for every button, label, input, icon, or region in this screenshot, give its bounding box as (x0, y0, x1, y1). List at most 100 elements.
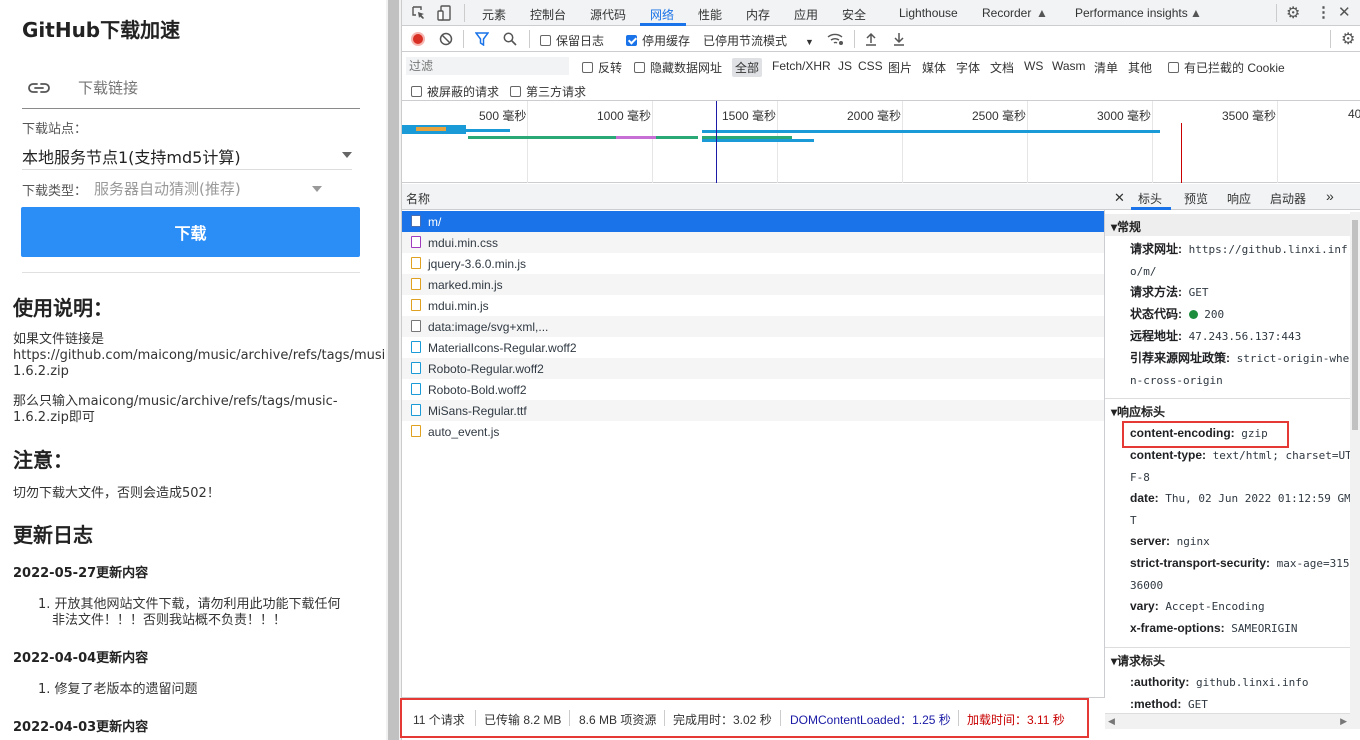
filter-type-css[interactable]: CSS (858, 59, 883, 73)
separator (475, 710, 476, 726)
link-field-row[interactable] (22, 76, 360, 109)
more-options-icon[interactable]: ⋮ (1316, 3, 1331, 21)
notice-title: 注意： (13, 448, 73, 472)
request-row[interactable]: mdui.min.css (402, 232, 1104, 253)
site-select[interactable]: 本地服务节点1(支持md5计算) (22, 140, 352, 170)
filter-type-ws[interactable]: WS (1024, 59, 1043, 73)
checkbox[interactable] (582, 62, 593, 73)
record-icon[interactable] (411, 32, 425, 46)
type-select[interactable]: 服务器自动猜测(推荐) (94, 174, 322, 204)
filter-type-media[interactable]: 媒体 (922, 59, 946, 76)
request-row[interactable]: auto_event.js (402, 421, 1104, 442)
header-kv: 请求方法: GET (1130, 282, 1352, 304)
scrollbar-thumb[interactable] (388, 0, 399, 740)
filter-icon[interactable] (475, 32, 489, 46)
timeline-overview[interactable]: 500 毫秒 1000 毫秒 1500 毫秒 2000 毫秒 2500 毫秒 3… (402, 101, 1360, 183)
request-row[interactable]: data:image/svg+xml,... (402, 316, 1104, 337)
checkbox[interactable] (510, 86, 521, 97)
download-button[interactable]: 下载 (21, 207, 360, 257)
request-row[interactable]: jquery-3.6.0.min.js (402, 253, 1104, 274)
request-row[interactable]: MiSans-Regular.ttf (402, 400, 1104, 421)
tab-response[interactable]: 响应 (1227, 190, 1251, 207)
tab-performance-insights[interactable]: Performance insights (1075, 6, 1188, 20)
request-name: data:image/svg+xml,... (428, 320, 549, 334)
clear-icon[interactable] (439, 32, 453, 46)
gear-icon[interactable]: ⚙ (1286, 3, 1300, 23)
tab-memory[interactable]: 内存 (746, 6, 770, 23)
tab-console[interactable]: 控制台 (530, 6, 566, 23)
header-key: content-encoding: (1130, 426, 1235, 440)
request-row[interactable]: m/ (402, 211, 1104, 232)
filter-type-all[interactable]: 全部 (732, 58, 763, 77)
details-hscrollbar[interactable]: ◀ ▶ (1105, 713, 1350, 729)
font-file-icon (411, 362, 421, 374)
tab-application[interactable]: 应用 (794, 6, 818, 23)
checkbox-checked[interactable] (626, 35, 637, 46)
devtools-panel: 元素 控制台 源代码 网络 性能 内存 应用 安全 Lighthouse Rec… (402, 0, 1360, 740)
gear-icon[interactable]: ⚙ (1341, 29, 1355, 49)
search-icon[interactable] (503, 32, 517, 46)
section-general[interactable]: ▾常规 (1105, 214, 1353, 236)
scroll-right-icon[interactable]: ▶ (1340, 716, 1347, 727)
tab-elements[interactable]: 元素 (482, 6, 506, 23)
filter-type-img[interactable]: 图片 (888, 59, 912, 76)
disable-cache-checkbox[interactable]: 停用缓存 (626, 32, 690, 49)
export-har-icon[interactable] (893, 32, 905, 46)
dcl-marker (716, 101, 717, 183)
section-request-headers[interactable]: ▾请求标头 (1105, 647, 1353, 669)
filter-type-font[interactable]: 字体 (956, 59, 980, 76)
img-file-icon (411, 320, 421, 332)
scrollbar-thumb[interactable] (1352, 220, 1358, 430)
filter-type-js[interactable]: JS (838, 59, 852, 73)
tab-recorder[interactable]: Recorder (982, 6, 1031, 20)
request-row[interactable]: Roboto-Regular.woff2 (402, 358, 1104, 379)
section-response-headers[interactable]: ▾响应标头 (1105, 398, 1353, 420)
throttle-select[interactable]: 已停用节流模式 ▼ (703, 32, 814, 49)
filter-type-other[interactable]: 其他 (1128, 59, 1152, 76)
changelog-item: 1. 修复了老版本的遗留问题 (38, 682, 198, 697)
tab-lighthouse[interactable]: Lighthouse (899, 6, 958, 20)
scroll-left-icon[interactable]: ◀ (1108, 716, 1115, 727)
preserve-log-checkbox[interactable]: 保留日志 (540, 32, 604, 49)
checkbox[interactable] (1168, 62, 1179, 73)
filter-input[interactable] (406, 57, 569, 75)
checkbox[interactable] (411, 86, 422, 97)
request-row[interactable]: Roboto-Bold.woff2 (402, 379, 1104, 400)
invert-checkbox[interactable]: 反转 (582, 59, 622, 76)
tab-sources[interactable]: 源代码 (590, 6, 626, 23)
checkbox[interactable] (634, 62, 645, 73)
font-file-icon (411, 383, 421, 395)
network-conditions-icon[interactable] (827, 31, 845, 47)
tab-preview[interactable]: 预览 (1184, 190, 1208, 207)
import-har-icon[interactable] (865, 32, 877, 46)
hide-data-urls-checkbox[interactable]: 隐藏数据网址 (634, 59, 722, 76)
blocked-cookies-checkbox[interactable]: 有已拦截的 Cookie (1168, 59, 1285, 76)
inspect-icon[interactable] (412, 6, 426, 20)
download-link-input[interactable] (78, 80, 348, 97)
close-icon[interactable]: ✕ (1114, 190, 1125, 206)
page-scrollbar[interactable] (386, 0, 402, 740)
request-row[interactable]: mdui.min.js (402, 295, 1104, 316)
tab-network[interactable]: 网络 (650, 6, 674, 23)
details-scrollbar[interactable] (1350, 212, 1360, 729)
header-value: SAMEORIGIN (1231, 622, 1298, 635)
page-title: GitHub下载加速 (22, 18, 181, 42)
tab-security[interactable]: 安全 (842, 6, 866, 23)
filter-type-doc[interactable]: 文档 (990, 59, 1014, 76)
third-party-checkbox[interactable]: 第三方请求 (510, 83, 586, 100)
request-row[interactable]: MaterialIcons-Regular.woff2 (402, 337, 1104, 358)
tab-performance[interactable]: 性能 (698, 6, 722, 23)
request-row[interactable]: marked.min.js (402, 274, 1104, 295)
tab-headers[interactable]: 标头 (1138, 190, 1162, 207)
filter-type-fetch-xhr[interactable]: Fetch/XHR (772, 59, 831, 73)
close-icon[interactable]: ✕ (1338, 3, 1351, 21)
changelog-title: 更新日志 (13, 523, 93, 547)
blocked-requests-checkbox[interactable]: 被屏蔽的请求 (411, 83, 499, 100)
checkbox[interactable] (540, 35, 551, 46)
filter-type-wasm[interactable]: Wasm (1052, 59, 1086, 73)
filter-type-manifest[interactable]: 清单 (1094, 59, 1118, 76)
device-toolbar-icon[interactable] (437, 5, 451, 21)
column-header-name[interactable]: 名称 (402, 184, 1105, 210)
more-tabs-icon[interactable]: » (1326, 188, 1334, 204)
tab-initiator[interactable]: 启动器 (1270, 190, 1306, 207)
